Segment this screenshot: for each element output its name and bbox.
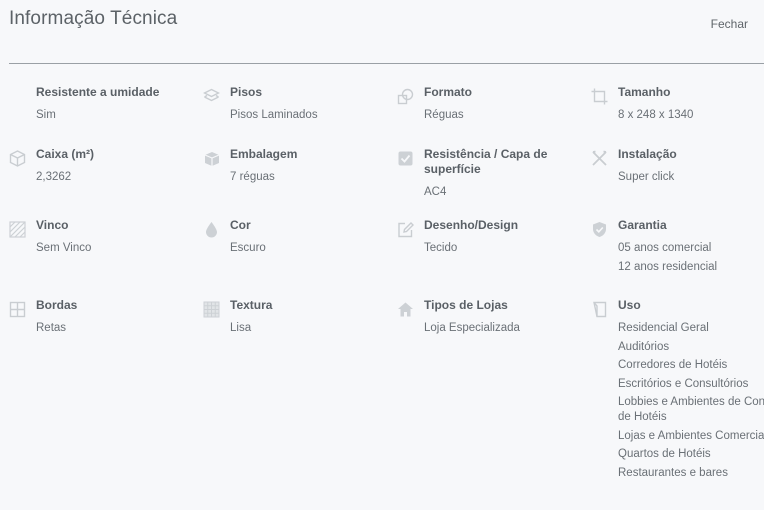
spec-label: Garantia bbox=[618, 218, 667, 232]
spec-value: Corredores de Hotéis bbox=[618, 359, 728, 371]
spec-size: Tamanho 8 x 248 x 1340 bbox=[591, 85, 764, 127]
crop-frame-icon bbox=[591, 88, 608, 105]
spec-format: Formato Réguas bbox=[397, 85, 604, 127]
spec-edges: Bordas Retas bbox=[9, 298, 216, 340]
box-icon bbox=[9, 150, 26, 167]
spec-design: Desenho/Design Tecido bbox=[398, 218, 604, 260]
spec-color: Cor Escuro bbox=[206, 218, 410, 260]
drop-icon bbox=[203, 221, 220, 238]
texture-grid-icon bbox=[203, 301, 220, 318]
spec-value: Escuro bbox=[230, 242, 266, 254]
pencil-square-icon bbox=[397, 221, 414, 238]
spec-label: Textura bbox=[230, 298, 273, 312]
spec-label: Cor bbox=[230, 218, 251, 232]
spec-usage: Uso Residencial Geral Auditórios Corredo… bbox=[593, 298, 764, 484]
spec-label: Resistência / Capa de superfície bbox=[424, 147, 548, 176]
spec-value: Restaurantes e bares bbox=[618, 466, 728, 479]
page-title: Informação Técnica bbox=[9, 8, 178, 29]
spec-value: Auditórios bbox=[618, 340, 670, 353]
spec-value: Residencial Geral bbox=[618, 322, 709, 334]
spec-packaging: Embalagem 7 réguas bbox=[204, 147, 410, 189]
shield-icon bbox=[591, 221, 608, 238]
spec-humidity-resistant: Resistente a umidade Sim bbox=[36, 85, 216, 127]
spec-label: Embalagem bbox=[230, 147, 298, 161]
spec-label: Bordas bbox=[36, 298, 78, 312]
spec-label: Formato bbox=[424, 85, 472, 99]
spec-value: Réguas bbox=[424, 109, 464, 121]
layers-icon bbox=[203, 88, 220, 105]
spec-value: Sem Vinco bbox=[36, 242, 92, 254]
spec-value: Pisos Laminados bbox=[230, 109, 318, 121]
modal-header: Informação Técnica Fechar bbox=[0, 0, 764, 64]
spec-label: Resistente a umidade bbox=[36, 85, 160, 99]
spec-value: Super click bbox=[618, 171, 675, 183]
shield-check-icon bbox=[397, 150, 414, 167]
spec-resistance: Resistência / Capa de superfície AC4 bbox=[398, 147, 604, 204]
spec-value: 12 anos residencial bbox=[618, 260, 718, 273]
spec-value: 8 x 248 x 1340 bbox=[618, 109, 694, 121]
spec-value: 05 anos comercial bbox=[618, 242, 712, 254]
spec-label: Tamanho bbox=[618, 85, 671, 99]
spec-store-types: Tipos de Lojas Loja Especializada bbox=[398, 298, 604, 340]
spec-value: Tecido bbox=[424, 242, 458, 254]
spec-value: 7 réguas bbox=[230, 171, 275, 183]
spec-label: Vinco bbox=[36, 218, 69, 232]
spec-value: 2,3262 bbox=[36, 171, 72, 183]
grid-square-icon bbox=[9, 301, 26, 318]
spec-label: Instalação bbox=[618, 147, 677, 161]
spec-value: Sim bbox=[36, 109, 56, 121]
spec-installation: Instalação Super click bbox=[592, 147, 764, 189]
spec-warranty: Garantia 05 anos comercial 12 anos resid… bbox=[593, 218, 764, 278]
document-corner-icon bbox=[591, 301, 608, 318]
spec-label: Desenho/Design bbox=[424, 218, 519, 232]
close-button[interactable]: Fechar bbox=[711, 17, 748, 31]
spec-groove: Vinco Sem Vinco bbox=[9, 218, 216, 260]
spec-value: Quartos de Hotéis bbox=[618, 448, 711, 460]
spec-texture: Textura Lisa bbox=[203, 298, 410, 340]
spec-floors: Pisos Pisos Laminados bbox=[203, 85, 410, 127]
spec-value: AC4 bbox=[424, 186, 447, 198]
spec-label: Pisos bbox=[230, 85, 263, 99]
header-divider bbox=[9, 63, 764, 64]
spec-label: Tipos de Lojas bbox=[424, 298, 508, 312]
spec-label: Caixa (m²) bbox=[36, 147, 95, 161]
shapes-icon bbox=[397, 88, 414, 105]
house-icon bbox=[397, 301, 414, 318]
spec-value: Loja Especializada bbox=[424, 322, 520, 334]
spec-value: Lobbies e Ambientes de Convívio de Hotéi… bbox=[618, 396, 764, 423]
spec-box-area: Caixa (m²) 2,3262 bbox=[9, 147, 216, 189]
package-icon bbox=[203, 150, 220, 167]
spec-value: Lojas e Ambientes Comerciais bbox=[618, 429, 764, 442]
spec-value: Lisa bbox=[230, 322, 252, 334]
tools-icon bbox=[591, 150, 608, 167]
spec-label: Uso bbox=[618, 298, 641, 312]
spec-value: Retas bbox=[36, 322, 67, 334]
hatch-pattern-icon bbox=[9, 221, 26, 238]
spec-value: Escritórios e Consultórios bbox=[618, 377, 749, 390]
